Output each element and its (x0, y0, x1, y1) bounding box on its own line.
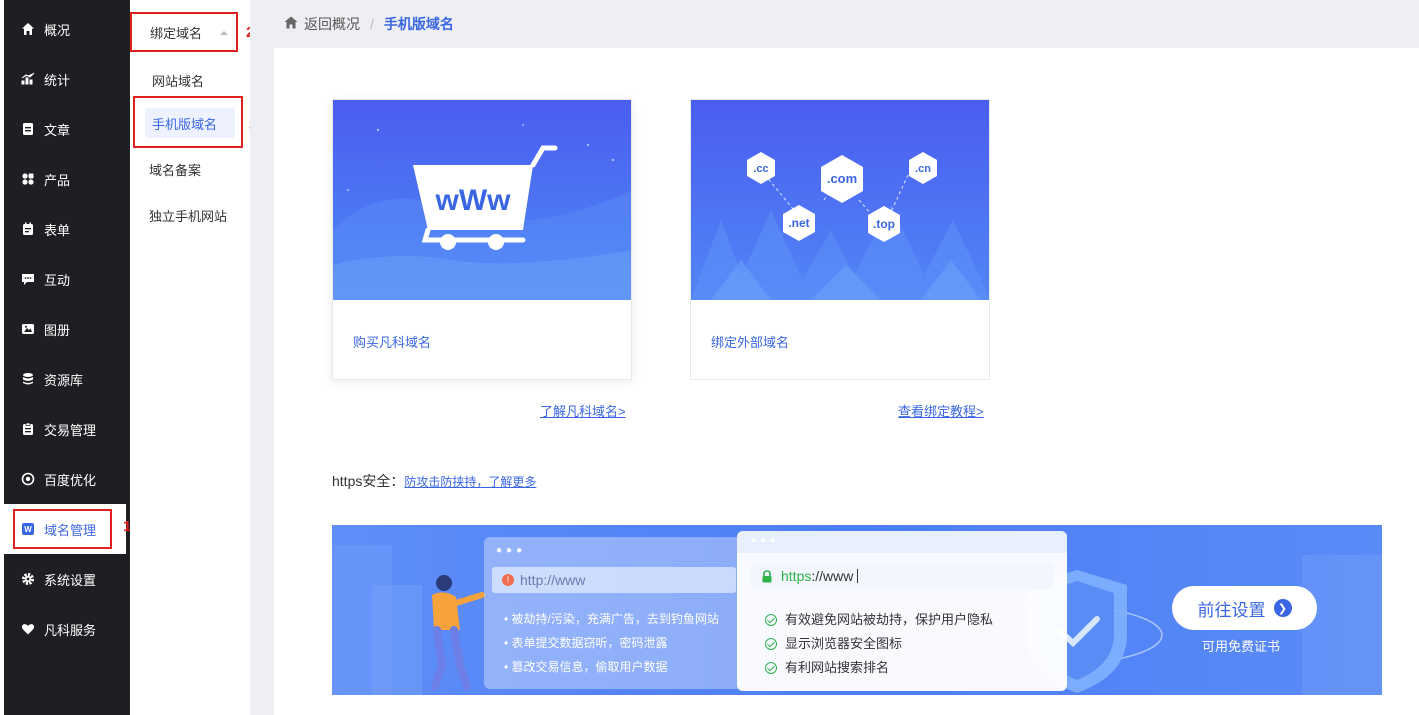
grid-icon (20, 171, 36, 187)
benefit-item: 有利网站搜索排名 (785, 660, 890, 675)
free-cert-note: 可用免费证书 (1202, 639, 1281, 654)
annotation-box-3 (133, 96, 243, 148)
text-cursor (857, 569, 859, 583)
tld-cn: .cn (915, 163, 931, 175)
sidebar-item-label: 凡科服务 (44, 622, 97, 638)
sidebar-item-label: 图册 (44, 322, 71, 338)
check-circle-icon (765, 638, 777, 650)
submenu-group-bind-domain[interactable]: 绑定域名 (130, 12, 238, 52)
secure-url-scheme: https (781, 568, 812, 584)
insecure-url-text: http://www (520, 572, 586, 588)
gear-icon (20, 571, 36, 587)
tld-net: .net (788, 216, 809, 230)
form-icon (20, 221, 36, 237)
tld-cc: .cc (753, 163, 768, 175)
sidebar-item-label: 文章 (44, 122, 71, 138)
benefit-item: 有效避免网站被劫持，保护用户隐私 (785, 612, 994, 627)
window-dots: ●●● (496, 545, 527, 556)
go-settings-button[interactable]: 前往设置 ❯ (1172, 586, 1317, 630)
secure-benefit-list: 有效避免网站被劫持，保护用户隐私 显示浏览器安全图标 有利网站搜索排名 (765, 608, 993, 680)
article-icon (20, 121, 36, 137)
sidebar-item-label: 产品 (44, 172, 71, 188)
sidebar-item-resources[interactable]: 资源库 (0, 354, 126, 404)
sidebar-item-statistics[interactable]: 统计 (0, 54, 126, 104)
sidebar-item-seo[interactable]: 百度优化 (0, 454, 126, 504)
sidebar-item-services[interactable]: 凡科服务 (0, 604, 126, 654)
sidebar-item-label: 百度优化 (44, 472, 97, 488)
check-circle-icon (765, 614, 777, 626)
breadcrumb-current: 手机版域名 (383, 16, 454, 32)
heart-icon (20, 621, 36, 637)
insecure-browser-panel: ●●● ! http://www • 被劫持/污染，充满广告，去到钓鱼网站 • … (484, 537, 744, 689)
chart-icon (20, 71, 36, 87)
database-icon (20, 371, 36, 387)
secure-url-rest: ://www (811, 568, 854, 584)
bind-tutorial-link[interactable]: 查看绑定教程> (898, 401, 984, 420)
arrow-right-icon: ❯ (1273, 599, 1292, 617)
submenu-group-label: 绑定域名 (150, 25, 203, 41)
tld-com: .com (827, 171, 857, 186)
buy-domain-card[interactable]: wWw 购买凡科域名 (332, 99, 632, 380)
sidebar-item-forms[interactable]: 表单 (0, 204, 126, 254)
breadcrumb: 返回概况 / 手机版域名 (284, 14, 454, 34)
https-learn-more-link[interactable]: 防攻击防挟持，了解更多 (404, 475, 536, 489)
go-settings-label: 前往设置 (1197, 600, 1266, 620)
target-icon (20, 471, 36, 487)
cart-illustration: wWw (333, 100, 631, 300)
warning-icon: ! (502, 574, 514, 586)
breadcrumb-back-link[interactable]: 返回概况 (304, 14, 360, 34)
bind-domain-label: 绑定外部域名 (711, 335, 790, 350)
tld-top: .top (873, 217, 895, 231)
risk-item: 篡改交易信息，偷取用户数据 (511, 660, 668, 674)
person-illustration (431, 575, 485, 691)
sidebar-item-settings[interactable]: 系统设置 (0, 554, 126, 604)
secure-url-box: https://www (751, 563, 1053, 589)
sidebar-item-label: 统计 (44, 72, 71, 88)
tld-illustration: .cc .com .cn .net .top (691, 100, 989, 300)
https-promo-banner: ●●● ! http://www • 被劫持/污染，充满广告，去到钓鱼网站 • … (332, 525, 1382, 695)
secure-browser-panel: ●●● https://www 有效避免网站被劫持，保护用户隐私 显示浏览器安全… (737, 531, 1067, 691)
insecure-url-box: ! http://www (492, 567, 736, 593)
risk-item: 被劫持/污染，充满广告，去到钓鱼网站 (511, 612, 719, 626)
annotation-box-1 (13, 509, 112, 549)
benefit-item: 显示浏览器安全图标 (785, 636, 903, 651)
insecure-risk-list: • 被劫持/污染，充满广告，去到钓鱼网站 • 表单提交数据窃听，密码泄露 • 篡… (504, 612, 719, 674)
submenu-item-website-domain[interactable]: 网站域名 (152, 71, 204, 90)
bind-external-domain-card[interactable]: .cc .com .cn .net .top 绑定外部域名 (690, 99, 990, 380)
breadcrumb-separator: / (370, 16, 374, 32)
buy-domain-label: 购买凡科域名 (353, 335, 432, 350)
https-security-line: https安全：防攻击防挟持，了解更多 (332, 471, 536, 491)
sidebar-item-label: 表单 (44, 222, 71, 238)
sidebar-item-overview[interactable]: 概况 (0, 4, 126, 54)
sidebar-item-label: 互动 (44, 272, 71, 288)
content-gutter (250, 0, 274, 715)
sidebar-item-products[interactable]: 产品 (0, 154, 126, 204)
home-icon (20, 21, 36, 37)
submenu-item-standalone-mobile[interactable]: 独立手机网站 (149, 206, 227, 225)
clipboard-icon (20, 421, 36, 437)
sidebar-item-articles[interactable]: 文章 (0, 104, 126, 154)
lock-icon (761, 569, 773, 583)
learn-domain-link[interactable]: 了解凡科域名> (540, 401, 626, 420)
sidebar-item-label: 资源库 (44, 372, 84, 388)
sidebar-item-label: 概况 (44, 22, 71, 38)
https-label: https安全： (332, 473, 405, 489)
check-circle-icon (765, 662, 777, 674)
sidebar-item-label: 交易管理 (44, 422, 97, 438)
sidebar-item-interaction[interactable]: 互动 (0, 254, 126, 304)
submenu-item-icp[interactable]: 域名备案 (149, 160, 201, 179)
caret-up-icon (220, 31, 228, 35)
sidebar-item-album[interactable]: 图册 (0, 304, 126, 354)
risk-item: 表单提交数据窃听，密码泄露 (511, 636, 668, 650)
window-dots: ●●● (751, 535, 780, 545)
browser-titlebar (737, 531, 1067, 553)
sidebar-item-trade[interactable]: 交易管理 (0, 404, 126, 454)
sidebar-item-label: 系统设置 (44, 572, 97, 588)
album-icon (20, 321, 36, 337)
chat-icon (20, 271, 36, 287)
cart-text: wWw (435, 184, 512, 217)
home-icon (284, 16, 298, 32)
